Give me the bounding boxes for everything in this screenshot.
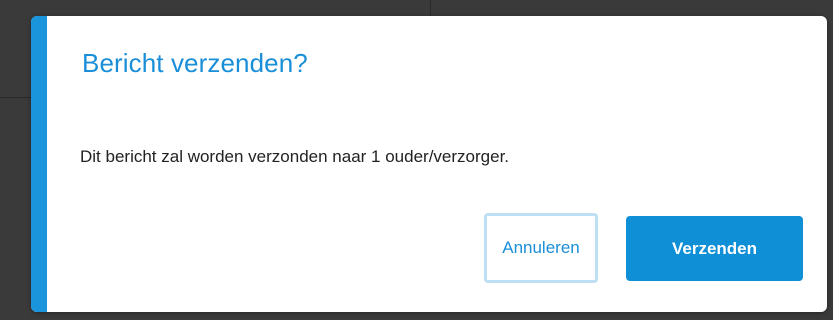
dialog-title: Bericht verzenden? bbox=[82, 48, 308, 78]
dialog-message: Dit bericht zal worden verzonden naar 1 … bbox=[80, 147, 510, 166]
confirm-dialog: Bericht verzenden? Dit bericht zal worde… bbox=[31, 16, 827, 312]
send-button[interactable]: Verzenden bbox=[626, 216, 803, 281]
cancel-button[interactable]: Annuleren bbox=[484, 213, 598, 283]
dialog-accent-bar bbox=[31, 16, 47, 312]
backdrop-divider bbox=[0, 97, 32, 98]
backdrop-divider bbox=[430, 0, 431, 16]
